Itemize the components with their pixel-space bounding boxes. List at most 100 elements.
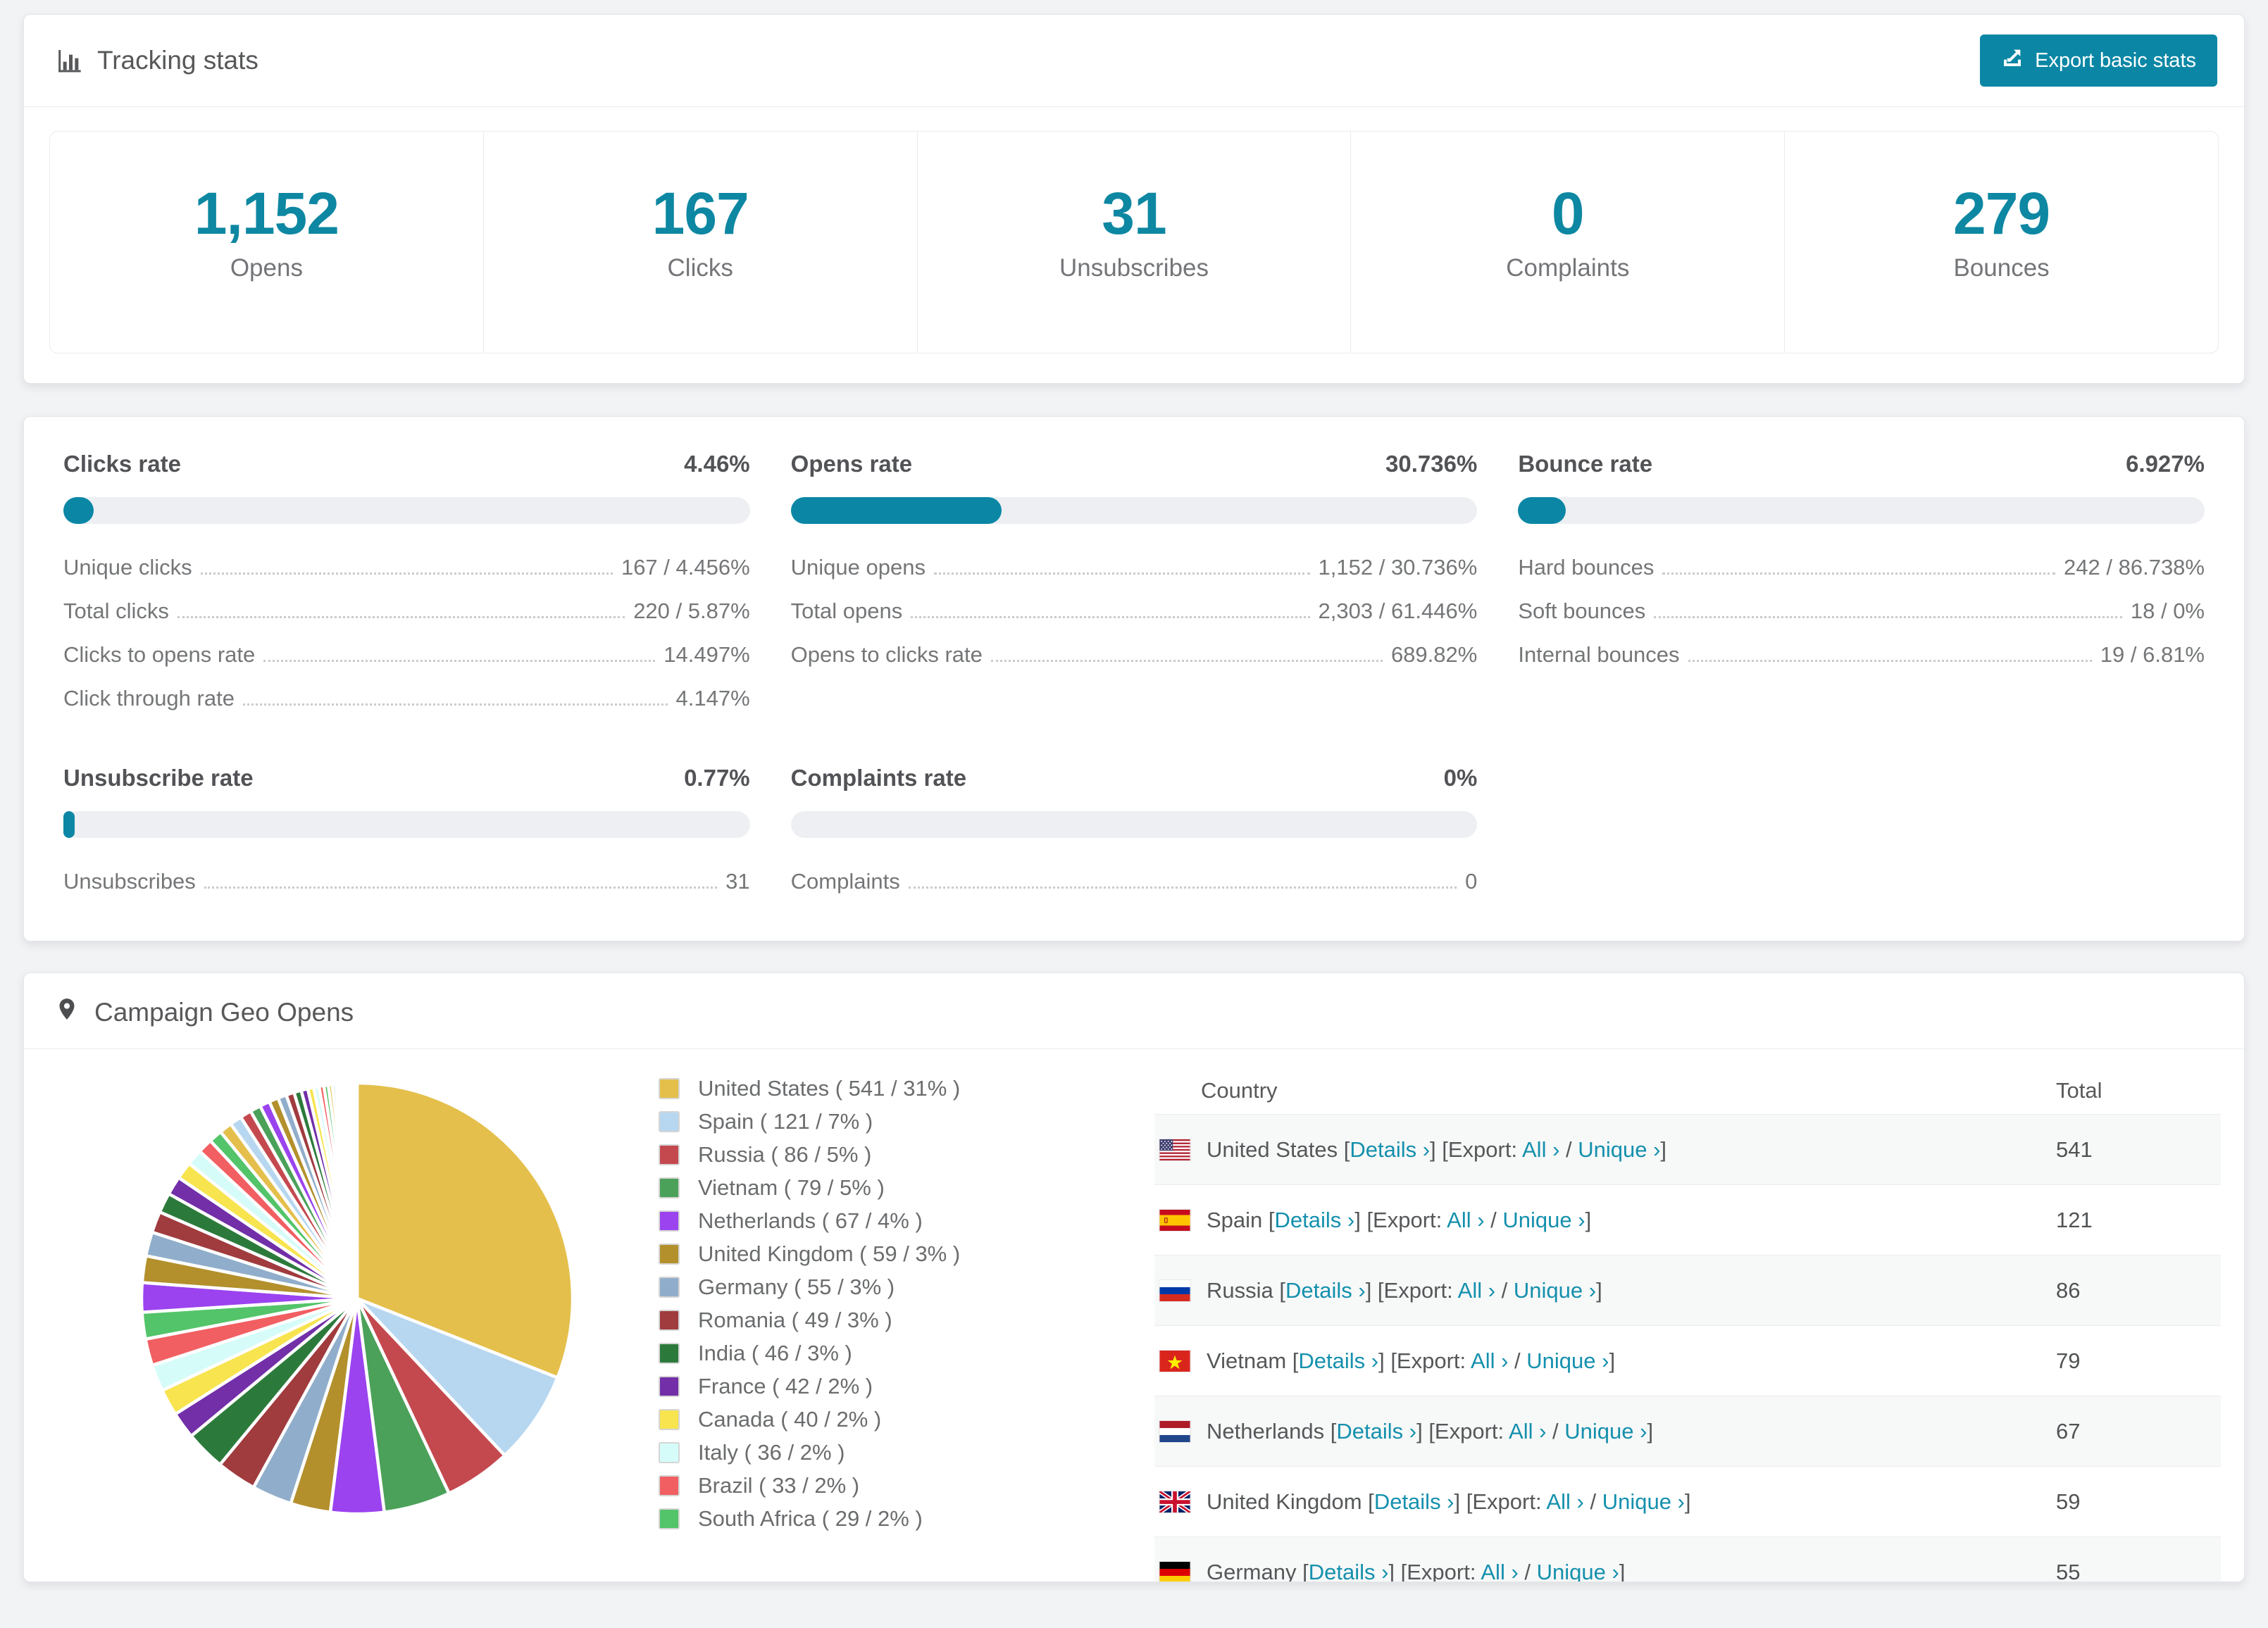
details-link[interactable]: Details › bbox=[1285, 1278, 1366, 1303]
legend-label: Spain ( 121 / 7% ) bbox=[698, 1109, 873, 1134]
legend-swatch bbox=[659, 1210, 680, 1232]
geo-table-header: Country Total bbox=[1154, 1067, 2221, 1114]
details-link[interactable]: Details › bbox=[1374, 1489, 1454, 1514]
export-unique-link[interactable]: Unique › bbox=[1526, 1348, 1609, 1373]
flag-gb-icon bbox=[1159, 1490, 1191, 1513]
dotted-leader bbox=[911, 616, 1310, 618]
export-unique-link[interactable]: Unique › bbox=[1564, 1419, 1647, 1444]
geo-row-russia: Russia [Details ›] [Export: All › / Uniq… bbox=[1154, 1255, 2221, 1325]
metric-row: Complaints 0 bbox=[791, 869, 1478, 894]
legend-label: India ( 46 / 3% ) bbox=[698, 1341, 852, 1365]
metric-row-label: Total opens bbox=[790, 599, 903, 623]
geo-row-united-kingdom: United Kingdom [Details ›] [Export: All … bbox=[1154, 1466, 2221, 1536]
metric-row: Unique opens 1,152 / 30.736% bbox=[791, 555, 1478, 580]
details-link[interactable]: Details › bbox=[1336, 1419, 1416, 1444]
flag-ru-icon bbox=[1159, 1279, 1191, 1302]
metric-value: 0% bbox=[1443, 765, 1478, 791]
details-link[interactable]: Details › bbox=[1275, 1208, 1355, 1232]
legend-item-russia: Russia ( 86 / 5% ) bbox=[659, 1142, 1053, 1167]
dotted-leader bbox=[1688, 660, 2092, 662]
metric-row-label: Opens to clicks rate bbox=[790, 642, 983, 667]
dotted-leader bbox=[204, 887, 718, 889]
export-all-link[interactable]: All › bbox=[1471, 1348, 1508, 1373]
legend-swatch bbox=[659, 1508, 680, 1529]
country-cell: Netherlands [Details ›] [Export: All › /… bbox=[1207, 1418, 1654, 1444]
metric-row-label: Soft bounces bbox=[1518, 599, 1646, 623]
dotted-leader bbox=[242, 703, 668, 706]
legend-label: Netherlands ( 67 / 4% ) bbox=[698, 1208, 923, 1233]
metric-row-value: 18 / 0% bbox=[2130, 599, 2205, 623]
metric-head: Unsubscribe rate 0.77% bbox=[63, 765, 750, 791]
export-unique-link[interactable]: Unique › bbox=[1514, 1278, 1596, 1303]
export-all-link[interactable]: All › bbox=[1509, 1419, 1546, 1444]
bar-chart-icon bbox=[55, 46, 83, 75]
export-unique-link[interactable]: Unique › bbox=[1537, 1560, 1619, 1582]
geo-title: Campaign Geo Opens bbox=[94, 997, 354, 1027]
export-all-link[interactable]: All › bbox=[1546, 1489, 1583, 1514]
dotted-leader bbox=[1662, 572, 2056, 575]
legend-label: Italy ( 36 / 2% ) bbox=[698, 1440, 845, 1465]
metric-title: Opens rate bbox=[790, 451, 913, 477]
legend-item-united-states: United States ( 541 / 31% ) bbox=[659, 1076, 1053, 1101]
export-all-link[interactable]: All › bbox=[1522, 1137, 1559, 1162]
legend-label: United States ( 541 / 31% ) bbox=[698, 1076, 961, 1101]
metric-row-label: Unsubscribes bbox=[63, 869, 196, 894]
tracking-stats-header: Tracking stats Export basic stats bbox=[24, 15, 2244, 107]
legend-item-india: India ( 46 / 3% ) bbox=[659, 1341, 1053, 1366]
metric-row-label: Total clicks bbox=[63, 599, 169, 623]
metric-title: Complaints rate bbox=[790, 765, 967, 791]
metric-head: Opens rate 30.736% bbox=[791, 451, 1478, 477]
export-unique-link[interactable]: Unique › bbox=[1602, 1489, 1685, 1514]
legend-label: United Kingdom ( 59 / 3% ) bbox=[698, 1241, 961, 1266]
legend-label: Canada ( 40 / 2% ) bbox=[698, 1407, 882, 1432]
metric-title: Bounce rate bbox=[1518, 451, 1653, 477]
details-link[interactable]: Details › bbox=[1350, 1137, 1430, 1162]
metric-row: Unique clicks 167 / 4.456% bbox=[63, 555, 750, 580]
country-cell: Germany [Details ›] [Export: All › / Uni… bbox=[1207, 1560, 2056, 1582]
dotted-leader bbox=[200, 572, 613, 575]
legend-swatch bbox=[659, 1409, 680, 1430]
export-unique-link[interactable]: Unique › bbox=[1502, 1208, 1585, 1232]
country-cell: Vietnam [Details ›] [Export: All › / Uni… bbox=[1207, 1348, 1616, 1373]
legend-item-south-africa: South Africa ( 29 / 2% ) bbox=[659, 1506, 1053, 1532]
details-link[interactable]: Details › bbox=[1298, 1348, 1378, 1373]
legend-item-italy: Italy ( 36 / 2% ) bbox=[659, 1440, 1053, 1465]
export-basic-stats-button[interactable]: Export basic stats bbox=[1980, 35, 2217, 87]
metric-row-value: 14.497% bbox=[663, 642, 750, 667]
metric-unsubscribe-rate: Unsubscribe rate 0.77% Unsubscribes 31 bbox=[63, 765, 750, 894]
metric-row: Clicks to opens rate 14.497% bbox=[63, 642, 750, 668]
stat-opens: 1,152 Opens bbox=[50, 132, 483, 353]
geo-table: Country Total United States [Details ›] … bbox=[1154, 1067, 2221, 1582]
total-cell: 121 bbox=[2056, 1207, 2093, 1232]
metric-rows: Unique clicks 167 / 4.456% Total clicks 220… bbox=[63, 555, 750, 711]
country-cell: Spain [Details ›] [Export: All › / Uniqu… bbox=[1207, 1207, 1592, 1232]
geo-legend: United States ( 541 / 31% ) Spain ( 121 /… bbox=[659, 1076, 1053, 1539]
export-icon bbox=[2001, 46, 2024, 75]
progress-bar bbox=[63, 497, 750, 524]
metric-rows: Unique opens 1,152 / 30.736% Total opens 2,… bbox=[791, 555, 1478, 668]
stat-value: 167 bbox=[652, 180, 749, 246]
country-cell: United Kingdom [Details ›] [Export: All … bbox=[1207, 1489, 1691, 1514]
metric-clicks-rate: Clicks rate 4.46% Unique clicks 167 / 4.456… bbox=[63, 451, 750, 711]
progress-bar-fill bbox=[1518, 497, 1566, 524]
metric-row-value: 2,303 / 61.446% bbox=[1318, 599, 1478, 623]
dotted-leader bbox=[1654, 616, 2122, 618]
metric-row-label: Unique opens bbox=[790, 555, 926, 580]
geo-table-rows: United States [Details ›] [Export: All ›… bbox=[1154, 1114, 2221, 1582]
legend-label: Germany ( 55 / 3% ) bbox=[698, 1275, 895, 1299]
country-column-header: Country bbox=[1201, 1078, 1278, 1103]
export-all-link[interactable]: All › bbox=[1458, 1278, 1495, 1303]
legend-swatch bbox=[659, 1310, 680, 1331]
export-all-link[interactable]: All › bbox=[1481, 1560, 1518, 1582]
export-unique-link[interactable]: Unique › bbox=[1578, 1137, 1660, 1162]
details-link[interactable]: Details › bbox=[1309, 1560, 1389, 1582]
metric-bounce-rate: Bounce rate 6.927% Hard bounces 242 / 86.73… bbox=[1518, 451, 2205, 711]
progress-bar-fill bbox=[63, 811, 75, 838]
progress-bar bbox=[63, 811, 750, 838]
metric-row-value: 19 / 6.81% bbox=[2100, 642, 2205, 667]
metric-value: 0.77% bbox=[684, 765, 750, 791]
export-all-link[interactable]: All › bbox=[1447, 1208, 1484, 1232]
stat-value: 279 bbox=[1953, 180, 2050, 246]
legend-swatch bbox=[659, 1144, 680, 1165]
legend-item-canada: Canada ( 40 / 2% ) bbox=[659, 1407, 1053, 1432]
